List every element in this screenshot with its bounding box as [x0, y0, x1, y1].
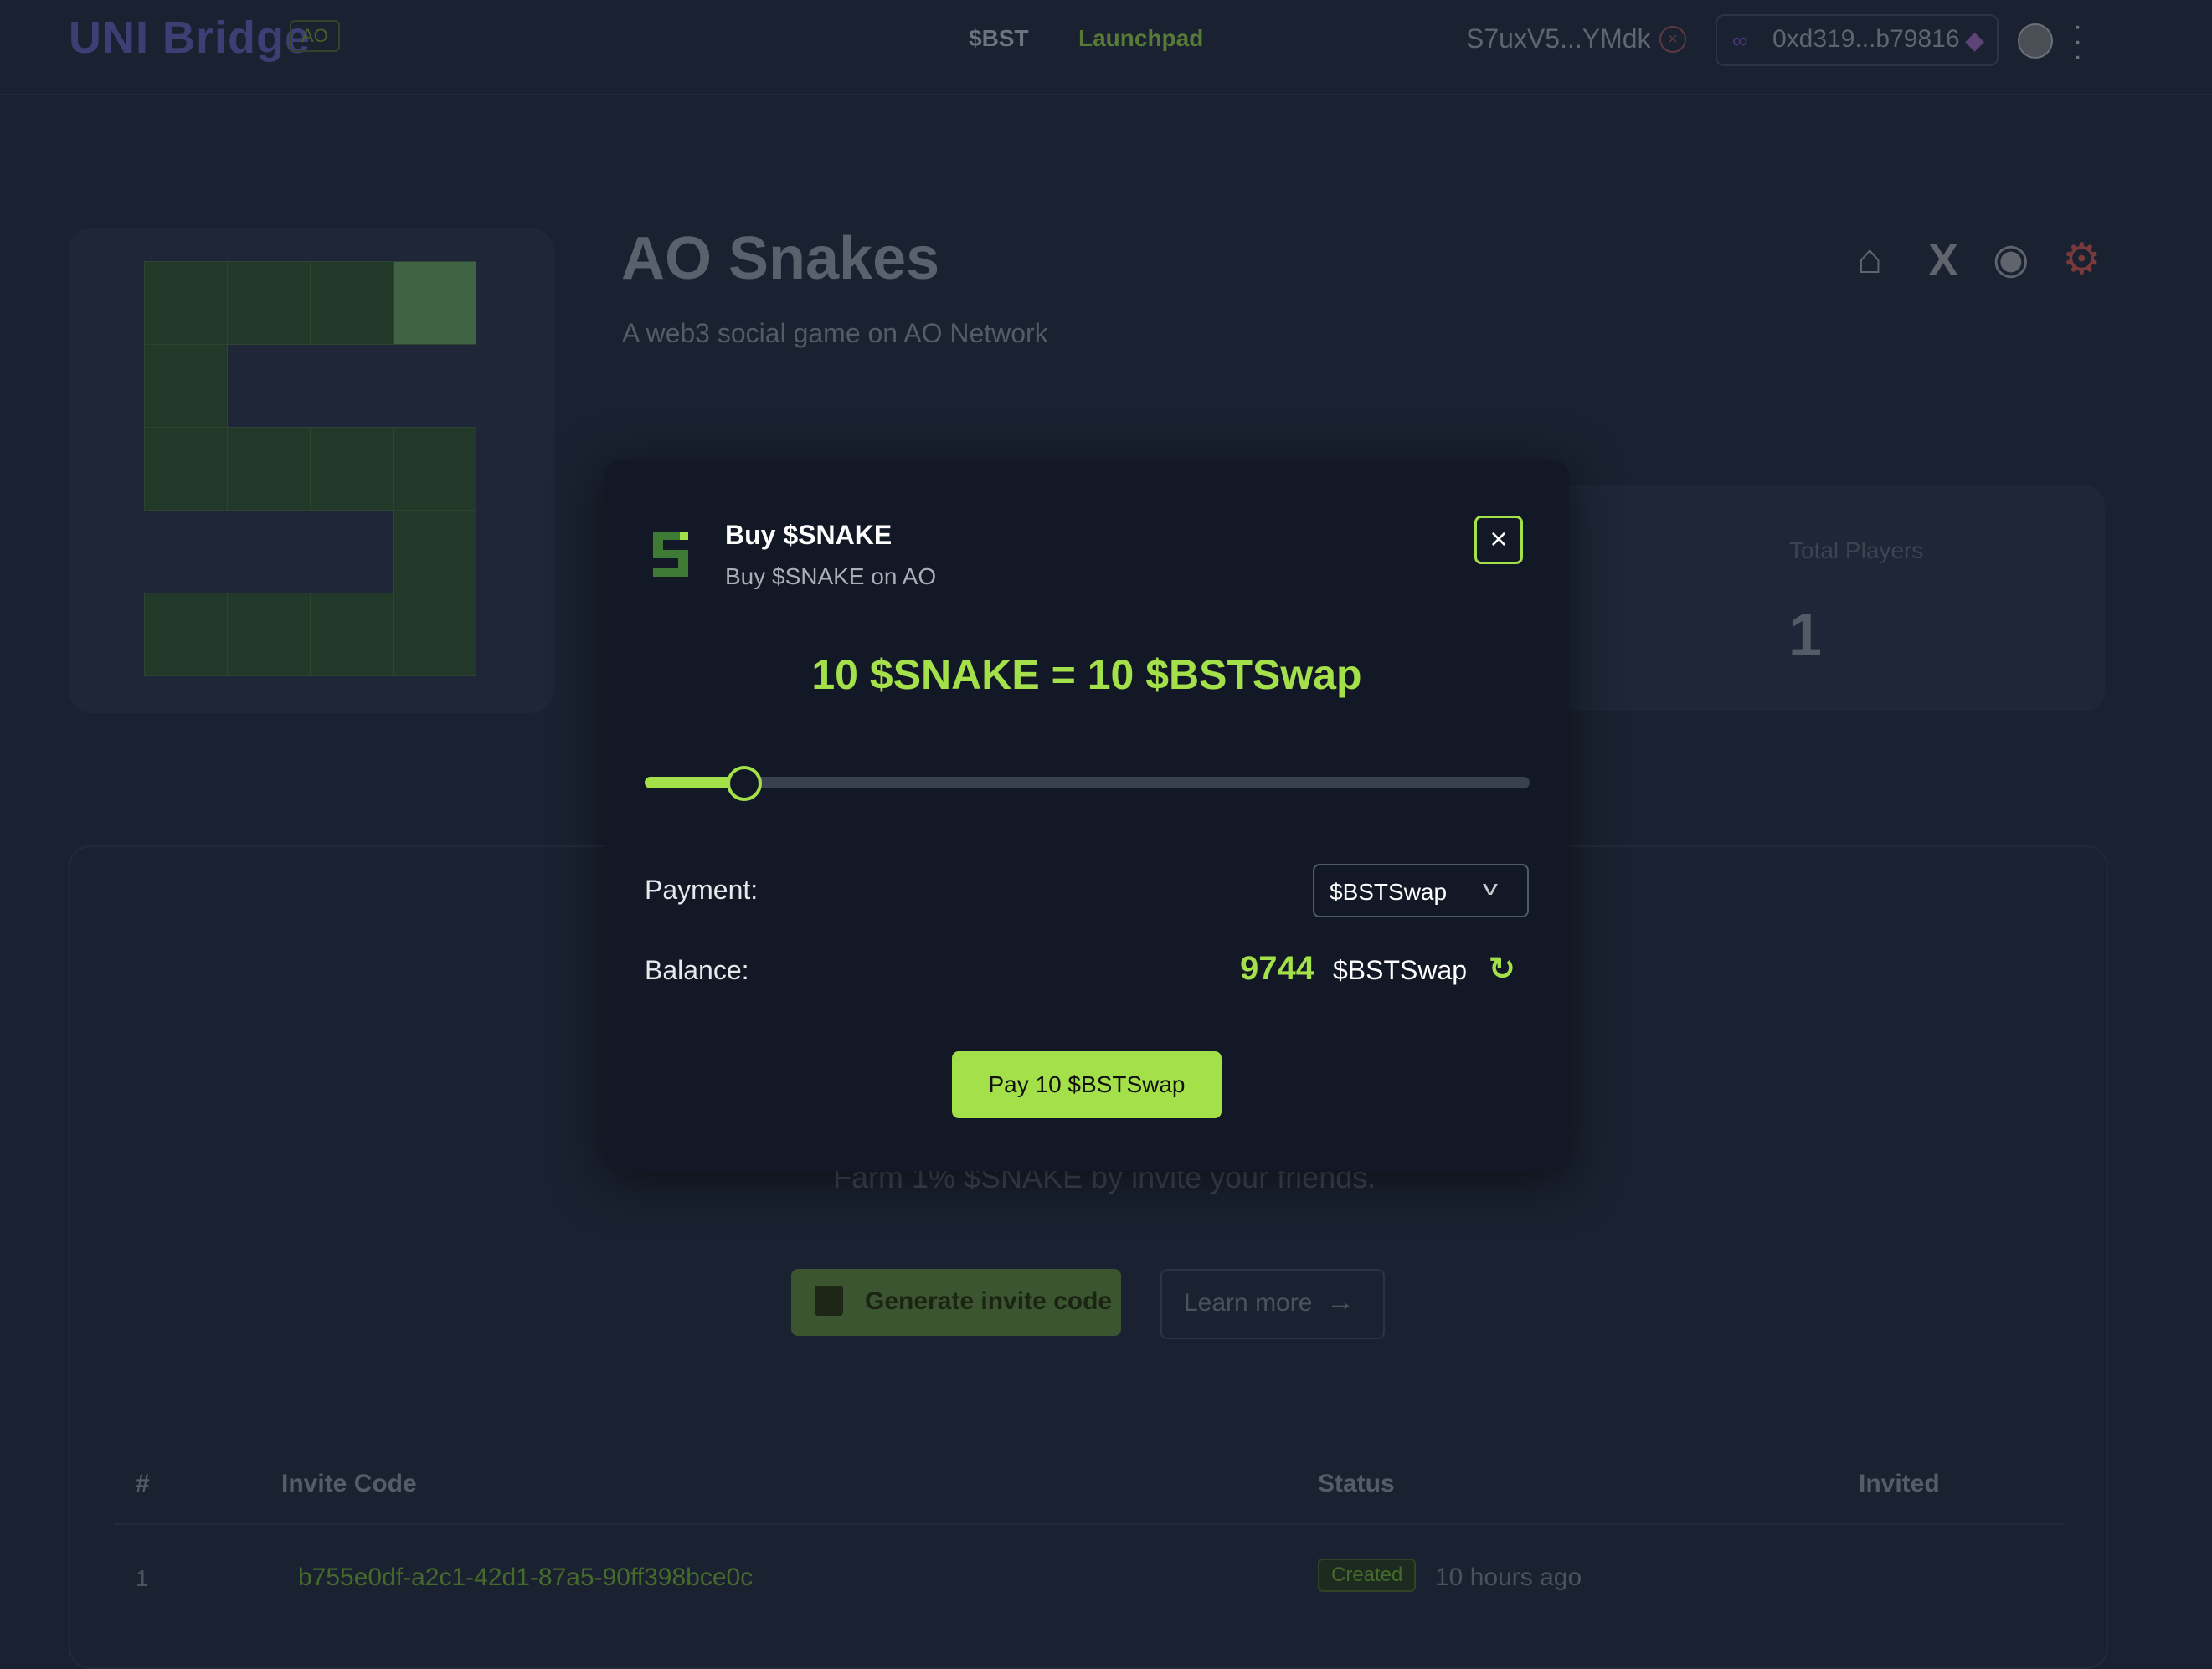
column-header-status: Status [1318, 1470, 1395, 1497]
link-icon: ∞ [1732, 28, 1748, 53]
kebab-menu-icon[interactable]: · · · [2073, 12, 2082, 70]
brand-badge: AO [290, 20, 340, 52]
brand-logo[interactable]: UNI Bridge [69, 12, 311, 64]
generate-invite-code-button[interactable]: Generate invite code [791, 1269, 1121, 1336]
game-title: AO Snakes [621, 225, 940, 292]
pay-button-label: Pay 10 $BSTSwap [988, 1071, 1186, 1097]
logo-cell [144, 344, 228, 428]
balance-label: Balance: [645, 955, 749, 985]
logo-cell [393, 510, 476, 593]
close-icon[interactable]: × [1474, 516, 1523, 564]
generate-invite-code-label: Generate invite code [865, 1287, 1113, 1315]
column-header-number: # [136, 1470, 150, 1497]
stats-card [1549, 485, 2105, 711]
balance-value: 9744 [1240, 950, 1314, 987]
modal-subtitle: Buy $SNAKE on AO [725, 563, 937, 589]
ar-wallet-address[interactable]: S7uxV5...YMdk [1466, 23, 1651, 54]
column-header-invited: Invited [1859, 1470, 1940, 1497]
logo-cell [393, 593, 476, 676]
nav-link-launchpad[interactable]: Launchpad [1078, 25, 1203, 52]
logo-cell [393, 427, 476, 511]
table-cell-invite-code[interactable]: b755e0df-a2c1-42d1-87a5-90ff398bce0c [298, 1564, 753, 1592]
metamask-fox-icon: ◆ [1965, 27, 1985, 54]
payment-token-select[interactable]: $BSTSwap v [1313, 864, 1529, 917]
inbox-icon [815, 1286, 843, 1316]
chevron-down-icon: v [1483, 877, 1498, 900]
game-logo-card [69, 228, 554, 713]
amount-slider-thumb[interactable] [727, 766, 762, 801]
x-icon[interactable]: X [1928, 234, 1958, 286]
exchange-rate: 10 $SNAKE = 10 $BSTSwap [811, 651, 1362, 698]
gear-icon[interactable]: ⚙ [2062, 234, 2101, 285]
learn-more-button[interactable]: Learn more → [1160, 1269, 1385, 1339]
snake-logo-icon [653, 532, 688, 577]
logo-cell-head [393, 261, 476, 345]
table-cell-time: 10 hours ago [1435, 1564, 1582, 1591]
table-cell-number: 1 [136, 1565, 149, 1591]
payment-token-value: $BSTSwap [1330, 879, 1448, 905]
close-circle-icon[interactable]: × [1659, 26, 1686, 53]
logo-cell [227, 261, 311, 345]
refresh-icon[interactable]: ↻ [1489, 950, 1515, 988]
buy-snake-modal: Buy $SNAKE Buy $SNAKE on AO × 10 $SNAKE … [604, 461, 1569, 1171]
column-header-invite-code: Invite Code [281, 1470, 417, 1497]
evm-wallet-address: 0xd319...b79816 [1772, 25, 1960, 53]
logo-cell [310, 261, 394, 345]
logo-cell [227, 427, 311, 511]
table-header-divider [114, 1523, 2065, 1525]
logo-cell [310, 427, 394, 511]
discord-icon[interactable]: ◉ [1993, 234, 2029, 283]
evm-wallet-button[interactable]: ∞ 0xd319...b79816 ◆ [1716, 14, 1999, 66]
arrow-right-icon: → [1326, 1286, 1355, 1317]
total-players-value: 1 [1788, 602, 1823, 669]
nav-link-bst[interactable]: $BST [969, 25, 1029, 52]
home-icon[interactable]: ⌂ [1857, 234, 1882, 283]
avatar[interactable] [2018, 23, 2053, 59]
total-players-label: Total Players [1789, 537, 1924, 563]
logo-cell [144, 261, 228, 345]
amount-slider[interactable] [645, 766, 1530, 801]
learn-more-label: Learn more [1184, 1289, 1313, 1317]
game-description: A web3 social game on AO Network [622, 318, 1048, 348]
logo-cell [227, 593, 311, 676]
balance-unit: $BSTSwap [1333, 955, 1468, 985]
status-badge: Created [1318, 1559, 1417, 1592]
logo-cell [144, 427, 228, 511]
payment-label: Payment: [645, 875, 759, 905]
logo-cell [310, 593, 394, 676]
logo-cell [144, 593, 228, 676]
pay-button[interactable]: Pay 10 $BSTSwap [952, 1051, 1222, 1118]
modal-title: Buy $SNAKE [725, 520, 893, 550]
